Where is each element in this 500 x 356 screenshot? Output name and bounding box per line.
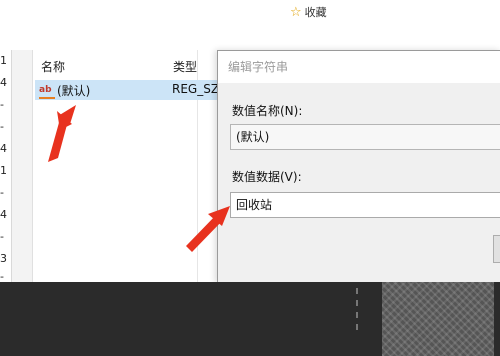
arrow-to-data-field [186, 206, 230, 252]
arrow-to-default-icon [48, 105, 76, 162]
annotation-arrows [48, 105, 230, 252]
